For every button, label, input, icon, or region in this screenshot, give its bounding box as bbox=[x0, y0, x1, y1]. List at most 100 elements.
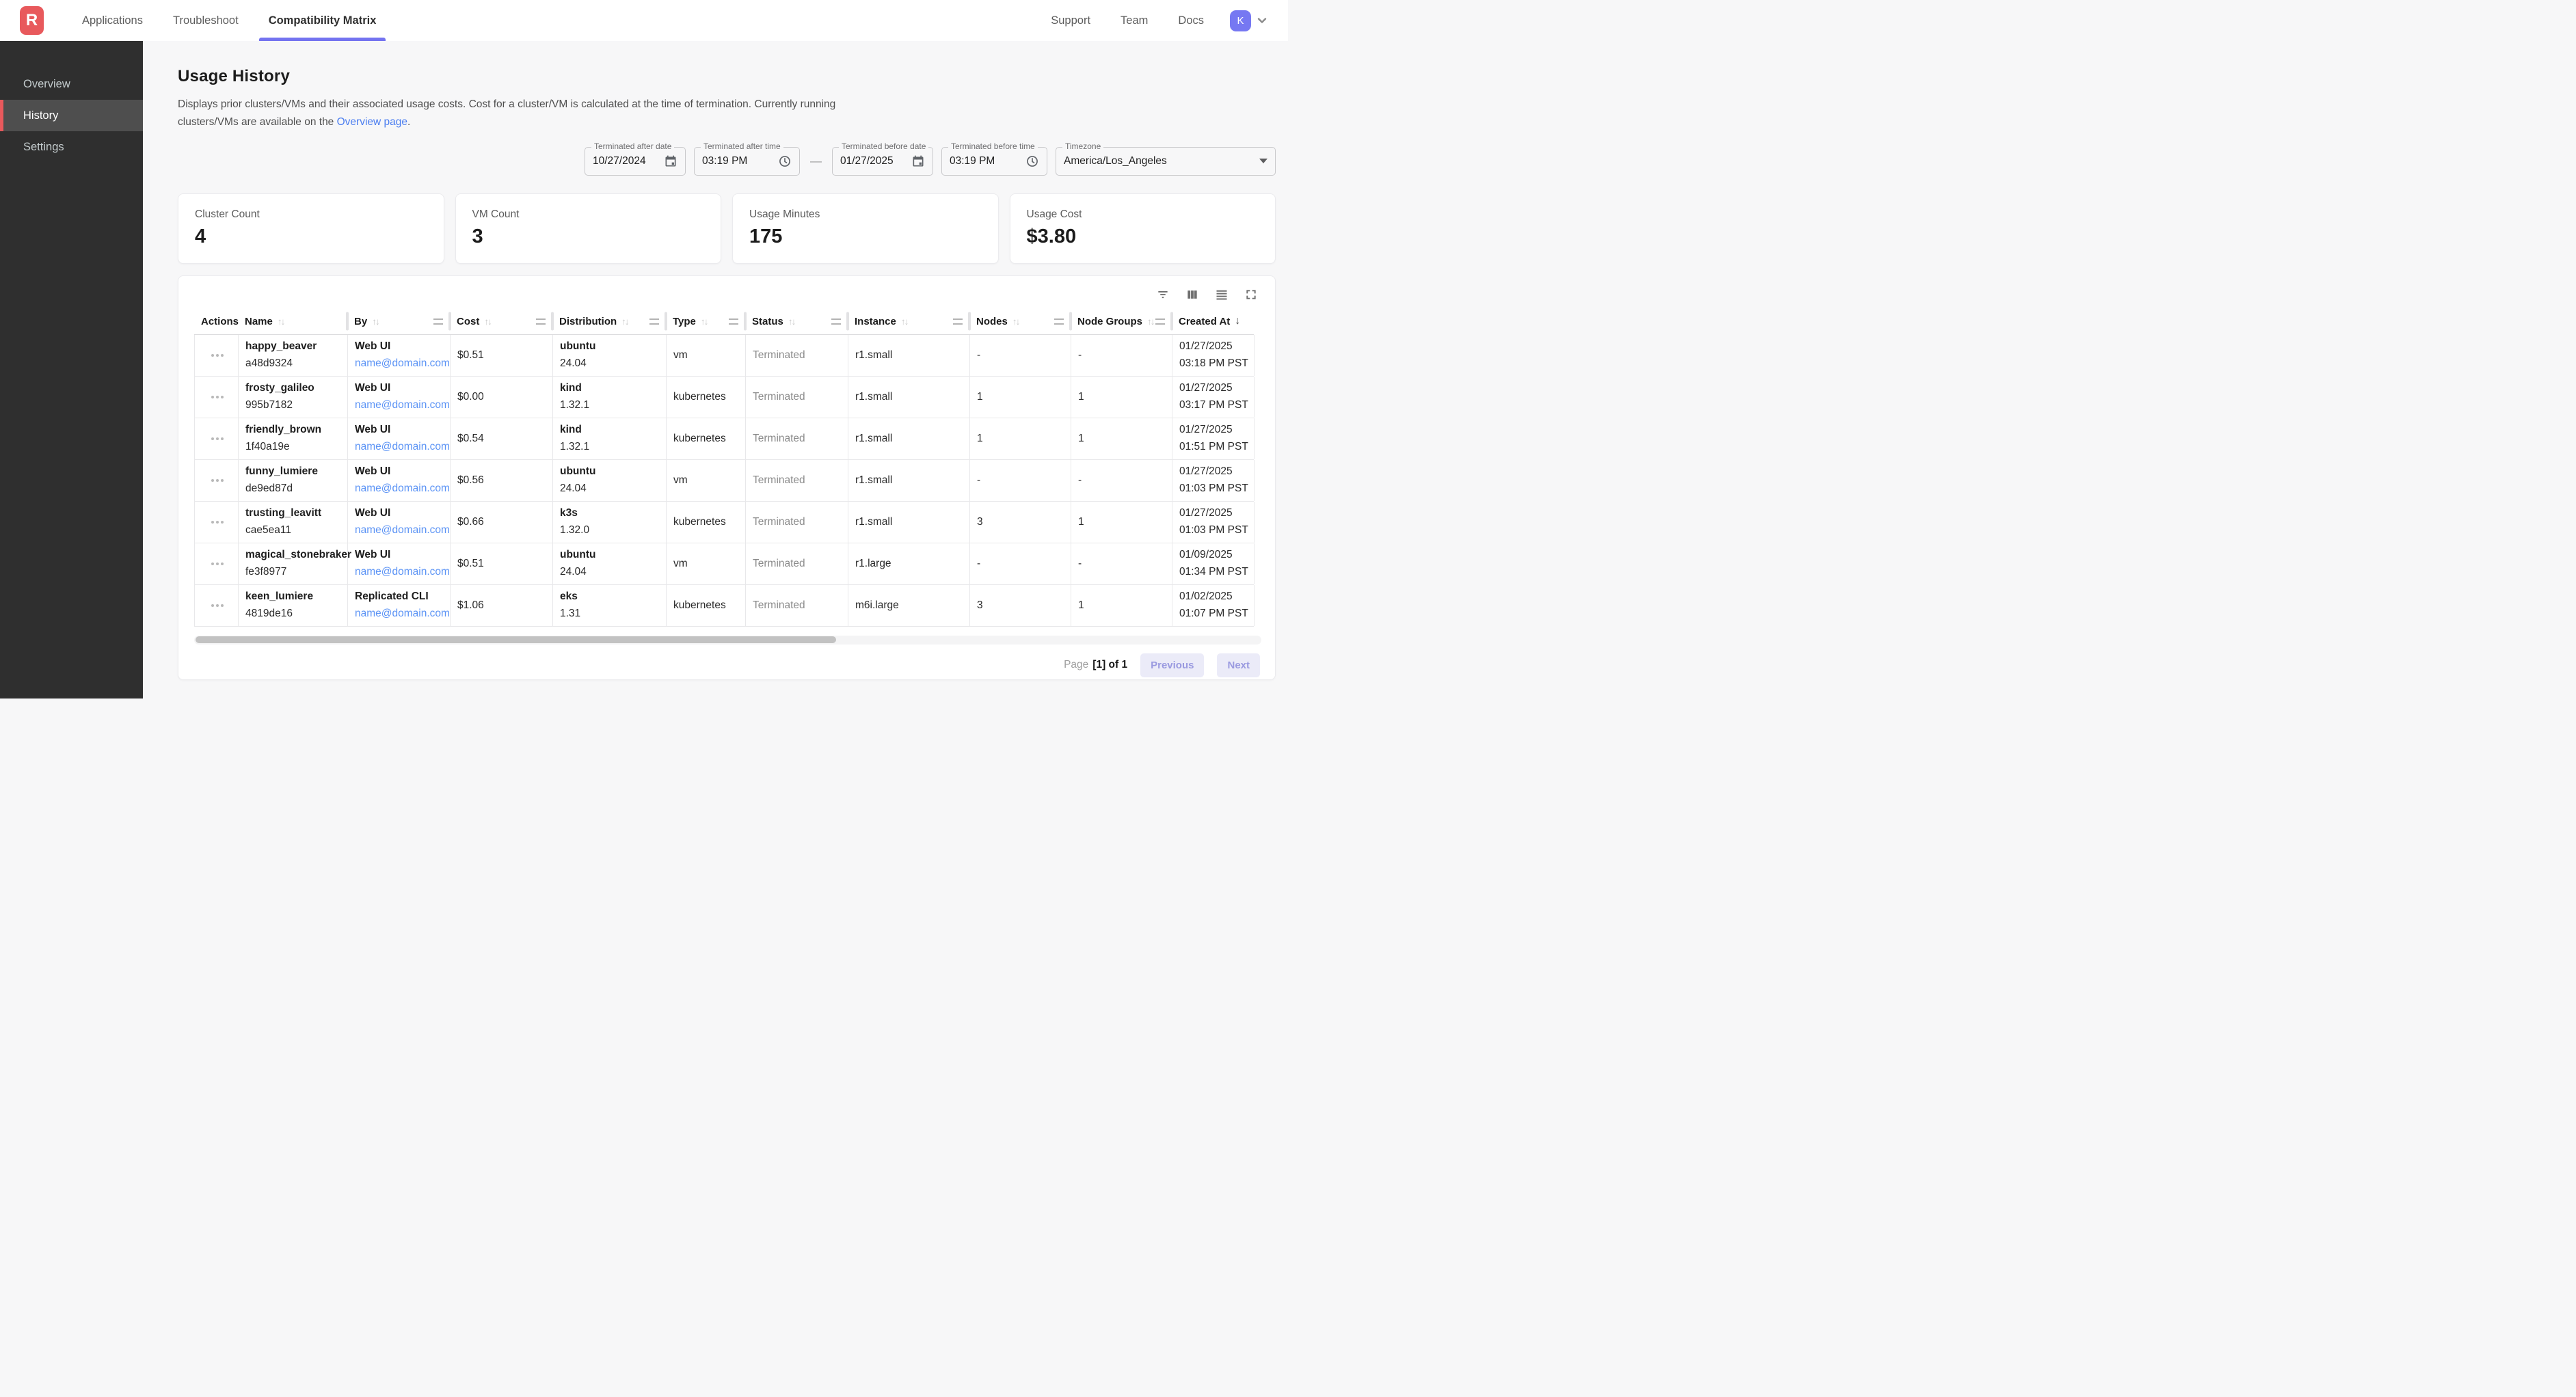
terminated-after-date-input[interactable]: Terminated after date 10/27/2024 bbox=[585, 147, 686, 176]
row-actions-button[interactable] bbox=[195, 418, 239, 459]
sort-icon[interactable]: ↑↓ bbox=[701, 316, 708, 327]
column-header-instance[interactable]: Instance↑↓ bbox=[848, 309, 969, 334]
nav-item-troubleshoot[interactable]: Troubleshoot bbox=[173, 0, 239, 41]
nav-item-applications[interactable]: Applications bbox=[82, 0, 143, 41]
column-header-by[interactable]: By↑↓ bbox=[347, 309, 450, 334]
column-header-nodes[interactable]: Nodes↑↓ bbox=[969, 309, 1071, 334]
sort-icon[interactable]: ↑↓ bbox=[788, 316, 795, 327]
usage-table: Actions Name↑↓ By↑↓ Cost↑↓ Distribution↑… bbox=[194, 309, 1254, 627]
cell-name: trusting_leavittcae5ea11 bbox=[239, 502, 348, 543]
avatar[interactable]: K bbox=[1230, 10, 1251, 31]
column-resize-handle[interactable] bbox=[953, 318, 963, 325]
column-resize-handle[interactable] bbox=[831, 318, 841, 325]
ellipsis-icon bbox=[211, 604, 214, 607]
cell-cost: $1.06 bbox=[451, 585, 553, 626]
description-line2: clusters/VMs are available on the bbox=[178, 116, 337, 128]
cell-nodes: - bbox=[970, 335, 1071, 376]
email-link[interactable]: name@domain.com bbox=[355, 608, 444, 620]
cell-nodes: 3 bbox=[970, 585, 1071, 626]
cell-nodes: 1 bbox=[970, 418, 1071, 459]
email-link[interactable]: name@domain.com bbox=[355, 483, 444, 495]
terminated-before-time-input[interactable]: Terminated before time 03:19 PM bbox=[941, 147, 1047, 176]
cell-status: Terminated bbox=[746, 502, 848, 543]
calendar-icon[interactable] bbox=[664, 154, 677, 168]
column-resize-handle[interactable] bbox=[1054, 318, 1064, 325]
terminated-before-date-input[interactable]: Terminated before date 01/27/2025 bbox=[832, 147, 933, 176]
sort-icon[interactable]: ↑↓ bbox=[278, 316, 284, 327]
column-header-type[interactable]: Type↑↓ bbox=[666, 309, 745, 334]
sidebar-item-overview[interactable]: Overview bbox=[0, 68, 143, 100]
nav-item-docs[interactable]: Docs bbox=[1178, 0, 1204, 41]
row-actions-button[interactable] bbox=[195, 460, 239, 501]
column-header-name[interactable]: Name↑↓ bbox=[238, 309, 347, 334]
filter-icon[interactable] bbox=[1155, 287, 1170, 302]
column-resize-handle[interactable] bbox=[729, 318, 738, 325]
cell-node-groups: - bbox=[1071, 543, 1172, 584]
sorted-desc-icon[interactable]: ↓ bbox=[1235, 315, 1240, 327]
email-link[interactable]: name@domain.com bbox=[355, 357, 444, 370]
cell-instance: r1.small bbox=[848, 460, 970, 501]
column-header-node-groups[interactable]: Node Groups↑↓ bbox=[1071, 309, 1172, 334]
clock-icon[interactable] bbox=[778, 154, 792, 168]
column-header-status[interactable]: Status↑↓ bbox=[745, 309, 848, 334]
email-link[interactable]: name@domain.com bbox=[355, 524, 444, 537]
nav-item-team[interactable]: Team bbox=[1121, 0, 1148, 41]
row-actions-button[interactable] bbox=[195, 502, 239, 543]
row-actions-button[interactable] bbox=[195, 543, 239, 584]
row-actions-button[interactable] bbox=[195, 377, 239, 418]
overview-page-link[interactable]: Overview page bbox=[337, 116, 407, 128]
calendar-icon[interactable] bbox=[911, 154, 925, 168]
nav-item-compatibility-matrix[interactable]: Compatibility Matrix bbox=[269, 0, 377, 41]
column-resize-handle[interactable] bbox=[1155, 318, 1165, 325]
sort-icon[interactable]: ↑↓ bbox=[1147, 316, 1154, 327]
table-header-row: Actions Name↑↓ By↑↓ Cost↑↓ Distribution↑… bbox=[194, 309, 1254, 335]
column-resize-handle[interactable] bbox=[649, 318, 659, 325]
sort-icon[interactable]: ↑↓ bbox=[1012, 316, 1019, 327]
sidebar: Overview History Settings bbox=[0, 41, 143, 698]
row-actions-button[interactable] bbox=[195, 585, 239, 626]
email-link[interactable]: name@domain.com bbox=[355, 566, 444, 578]
terminated-before-time-value: 03:19 PM bbox=[950, 155, 995, 167]
cell-created-at: 01/27/202501:03 PM PST bbox=[1172, 460, 1255, 501]
column-header-cost[interactable]: Cost↑↓ bbox=[450, 309, 552, 334]
cell-name: keen_lumiere4819de16 bbox=[239, 585, 348, 626]
previous-button[interactable]: Previous bbox=[1140, 653, 1204, 677]
cell-by: Web UIname@domain.com bbox=[348, 460, 451, 501]
timezone-select[interactable]: Timezone America/Los_Angeles bbox=[1056, 147, 1276, 176]
sidebar-item-history[interactable]: History bbox=[0, 100, 143, 131]
density-icon[interactable] bbox=[1214, 287, 1229, 302]
sort-icon[interactable]: ↑↓ bbox=[372, 316, 379, 327]
cell-node-groups: 1 bbox=[1071, 502, 1172, 543]
email-link[interactable]: name@domain.com bbox=[355, 441, 444, 453]
column-resize-handle[interactable] bbox=[433, 318, 443, 325]
sort-icon[interactable]: ↑↓ bbox=[484, 316, 491, 327]
column-header-actions: Actions bbox=[194, 309, 238, 334]
account-menu[interactable]: K bbox=[1230, 10, 1267, 31]
columns-icon[interactable] bbox=[1185, 287, 1200, 302]
nav-item-support[interactable]: Support bbox=[1051, 0, 1090, 41]
primary-nav: Applications Troubleshoot Compatibility … bbox=[82, 0, 376, 41]
next-button[interactable]: Next bbox=[1217, 653, 1260, 677]
sort-icon[interactable]: ↑↓ bbox=[621, 316, 628, 327]
terminated-after-time-input[interactable]: Terminated after time 03:19 PM bbox=[694, 147, 800, 176]
email-link[interactable]: name@domain.com bbox=[355, 399, 444, 411]
row-actions-button[interactable] bbox=[195, 335, 239, 376]
fullscreen-icon[interactable] bbox=[1244, 287, 1259, 302]
sidebar-item-settings[interactable]: Settings bbox=[0, 131, 143, 163]
cell-status: Terminated bbox=[746, 543, 848, 584]
column-resize-handle[interactable] bbox=[536, 318, 546, 325]
cell-name: magical_stonebrakerfe3f8977 bbox=[239, 543, 348, 584]
brand-logo[interactable]: R bbox=[20, 6, 44, 35]
description-suffix: . bbox=[407, 116, 410, 128]
cell-distribution: kind1.32.1 bbox=[553, 418, 667, 459]
column-header-created-at[interactable]: Created At↓ bbox=[1172, 309, 1254, 334]
clock-icon[interactable] bbox=[1025, 154, 1039, 168]
column-header-distribution[interactable]: Distribution↑↓ bbox=[552, 309, 666, 334]
table-row: keen_lumiere4819de16 Replicated CLIname@… bbox=[194, 585, 1254, 627]
stat-card-vm-count: VM Count 3 bbox=[455, 193, 722, 264]
scrollbar-thumb[interactable] bbox=[196, 636, 836, 643]
cell-instance: r1.small bbox=[848, 377, 970, 418]
chevron-down-icon bbox=[1257, 15, 1267, 26]
cell-type: vm bbox=[667, 543, 746, 584]
sort-icon[interactable]: ↑↓ bbox=[901, 316, 908, 327]
